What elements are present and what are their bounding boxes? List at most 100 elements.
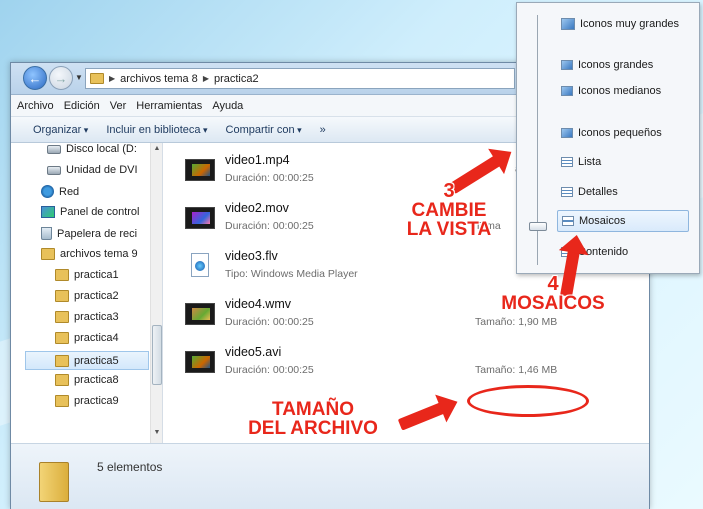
- address-bar[interactable]: ▶ archivos tema 8 ▶ practica2: [85, 68, 515, 89]
- view-option-label: Mosaicos: [579, 215, 626, 227]
- menu-herramientas[interactable]: Herramientas: [136, 100, 202, 112]
- nav-item-label: practica8: [74, 374, 119, 386]
- nav-item-panel-de-control[interactable]: Panel de control: [41, 206, 140, 218]
- share-with-button[interactable]: Compartir con: [226, 124, 302, 136]
- details-pane: 5 elementos: [11, 443, 649, 509]
- organize-button[interactable]: Organizar: [33, 124, 88, 136]
- small-icons-icon: [561, 128, 573, 138]
- nav-item-label: practica3: [74, 311, 119, 323]
- navigation-pane: Disco local (D: Unidad de DVI Red Panel …: [11, 143, 163, 443]
- view-option-label: Iconos pequeños: [578, 127, 662, 139]
- file-size: Tamaño: 1,46 MB: [475, 364, 558, 376]
- folder-icon: [55, 354, 69, 367]
- navigation-scrollbar[interactable]: ▲ ▼: [150, 143, 162, 443]
- nav-item-label: practica5: [74, 354, 119, 367]
- nav-item-practica5[interactable]: practica5: [25, 351, 149, 370]
- menu-ayuda[interactable]: Ayuda: [212, 100, 243, 112]
- video-thumbnail-icon: [185, 303, 215, 325]
- menu-archivo[interactable]: Archivo: [17, 100, 54, 112]
- nav-item-label: Papelera de reci: [57, 227, 138, 240]
- folder-icon: [55, 332, 69, 344]
- network-icon: [41, 185, 54, 198]
- nav-item-red[interactable]: Red: [41, 185, 79, 198]
- menu-ver[interactable]: Ver: [110, 100, 127, 112]
- windows-media-player-icon: [191, 253, 209, 277]
- folder-icon: [90, 73, 104, 84]
- nav-item-label: Disco local (D:: [66, 143, 137, 155]
- annotation-text: DEL ARCHIVO: [248, 418, 378, 439]
- nav-item-label: Panel de control: [60, 206, 140, 218]
- list-view-icon: [561, 157, 573, 167]
- video-thumbnail-icon: [185, 159, 215, 181]
- nav-item-practica2[interactable]: practica2: [55, 290, 119, 302]
- view-option-details[interactable]: Detalles: [561, 186, 618, 198]
- item-count: 5 elementos: [97, 460, 163, 474]
- forward-arrow-icon: →: [54, 70, 68, 86]
- nav-item-label: Red: [59, 185, 80, 198]
- nav-item-disco-local[interactable]: Disco local (D:: [47, 143, 137, 155]
- annotation-step-4: 4 MOSAICOS: [488, 274, 618, 313]
- annotation-text: CAMBIE: [411, 200, 487, 221]
- nav-item-archivos-tema-9[interactable]: archivos tema 9: [41, 248, 138, 260]
- view-option-label: Iconos grandes: [578, 59, 654, 71]
- view-option-tiles[interactable]: Mosaicos: [557, 210, 689, 232]
- view-option-small-icons[interactable]: Iconos pequeños: [561, 127, 662, 139]
- large-icons-icon: [561, 60, 573, 70]
- file-name: video4.wmv: [225, 297, 291, 311]
- folder-icon: [55, 311, 69, 323]
- dvd-drive-icon: [47, 165, 61, 175]
- scroll-up-icon[interactable]: ▲: [151, 145, 162, 157]
- nav-item-dvd[interactable]: Unidad de DVI: [47, 164, 138, 176]
- file-tile[interactable]: video5.avi Duración: 00:00:25 Tamaño: 1,…: [185, 343, 605, 383]
- nav-item-label: archivos tema 9: [60, 248, 138, 260]
- forward-button[interactable]: →: [49, 66, 73, 90]
- view-option-list[interactable]: Lista: [561, 156, 601, 168]
- more-commands-button[interactable]: »: [320, 124, 326, 136]
- view-option-large-icons[interactable]: Iconos grandes: [561, 59, 653, 71]
- view-option-label: Iconos medianos: [578, 85, 662, 97]
- file-name: video5.avi: [225, 345, 282, 359]
- back-arrow-icon: ←: [28, 70, 42, 86]
- drive-icon: [47, 144, 61, 154]
- nav-item-papelera[interactable]: Papelera de reci: [41, 227, 137, 240]
- nav-item-label: practica9: [74, 395, 119, 407]
- folder-icon: [55, 374, 69, 386]
- video-thumbnail-icon: [185, 207, 215, 229]
- nav-item-label: Unidad de DVI: [66, 164, 138, 176]
- nav-item-practica8[interactable]: practica8: [55, 374, 119, 386]
- breadcrumb-separator-icon[interactable]: ▶: [109, 74, 115, 83]
- nav-item-practica1[interactable]: practica1: [55, 269, 119, 281]
- menu-edicion[interactable]: Edición: [64, 100, 100, 112]
- file-duration: Duración: 00:00:25: [225, 220, 314, 232]
- annotation-file-size: TAMAÑO DEL ARCHIVO: [228, 400, 398, 438]
- nav-item-practica3[interactable]: practica3: [55, 311, 119, 323]
- back-button[interactable]: ←: [23, 66, 47, 90]
- recycle-bin-icon: [41, 227, 52, 240]
- nav-item-practica9[interactable]: practica9: [55, 395, 119, 407]
- nav-item-practica4[interactable]: practica4: [55, 332, 119, 344]
- annotation-text: LA VISTA: [406, 219, 492, 240]
- breadcrumb-item[interactable]: practica2: [214, 73, 259, 85]
- file-duration: Duración: 00:00:25: [225, 316, 314, 328]
- control-panel-icon: [41, 206, 55, 218]
- breadcrumb-item[interactable]: archivos tema 8: [120, 73, 198, 85]
- view-option-label: Iconos muy grandes: [580, 18, 680, 30]
- extra-large-icons-icon: [561, 18, 575, 30]
- include-in-library-button[interactable]: Incluir en biblioteca: [106, 124, 207, 136]
- folder-icon: [55, 269, 69, 281]
- file-name: video1.mp4: [225, 153, 290, 167]
- annotation-step-3: 3 CAMBIE LA VISTA: [384, 181, 514, 239]
- file-duration: Duración: 00:00:25: [225, 172, 314, 184]
- breadcrumb-separator-icon[interactable]: ▶: [203, 74, 209, 83]
- view-option-extra-large-icons[interactable]: Iconos muy grandes: [561, 18, 679, 30]
- view-slider-thumb[interactable]: [529, 222, 547, 231]
- file-type: Tipo: Windows Media Player: [225, 268, 358, 280]
- history-dropdown-icon[interactable]: ▼: [75, 73, 83, 82]
- annotation-number: 4: [547, 273, 559, 295]
- nav-item-label: practica4: [74, 332, 119, 344]
- scroll-down-icon[interactable]: ▼: [151, 429, 162, 441]
- scroll-thumb[interactable]: [152, 325, 162, 385]
- view-option-medium-icons[interactable]: Iconos medianos: [561, 85, 661, 97]
- file-size: Tamaño: 1,90 MB: [475, 316, 558, 328]
- folder-icon: [55, 290, 69, 302]
